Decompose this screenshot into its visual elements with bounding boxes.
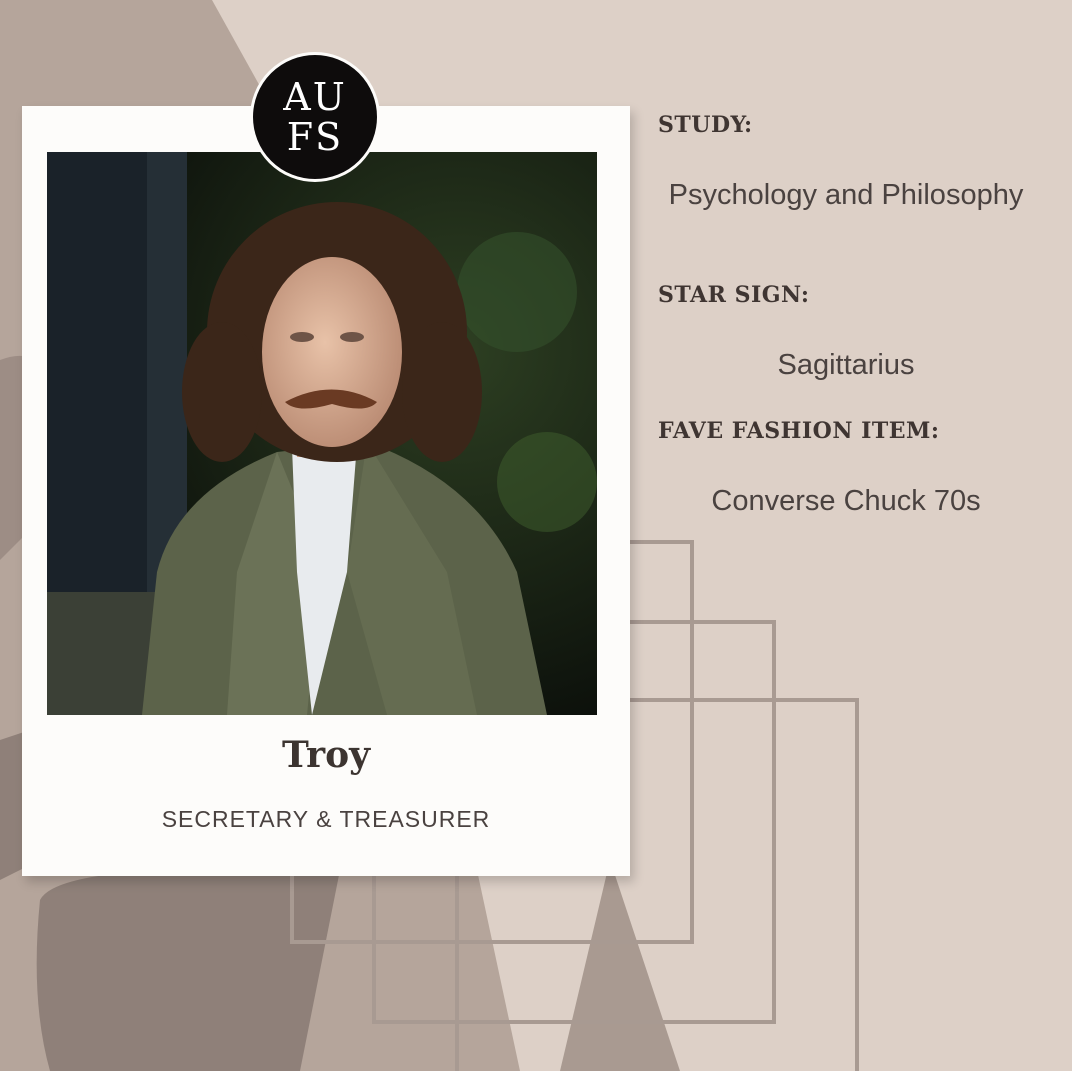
poster: Troy SECRETARY & TREASURER AUFS STUDY: P… bbox=[0, 0, 1072, 1071]
portrait-illustration bbox=[47, 152, 597, 715]
fashion-item-value: Converse Chuck 70s bbox=[711, 485, 981, 517]
star-sign-value: Sagittarius bbox=[777, 349, 915, 381]
fashion-item-label: FAVE FASHION ITEM: bbox=[658, 418, 940, 444]
bg-bottom-wedge bbox=[560, 860, 680, 1071]
aufs-logo: AUFS bbox=[250, 52, 380, 182]
member-name: Troy bbox=[281, 734, 371, 776]
star-sign-label: STAR SIGN: bbox=[658, 282, 810, 308]
study-label: STUDY: bbox=[658, 112, 753, 138]
member-role: SECRETARY & TREASURER bbox=[161, 806, 491, 832]
logo-text: AUFS bbox=[283, 75, 347, 159]
polaroid-frame: Troy SECRETARY & TREASURER bbox=[22, 106, 630, 876]
member-photo bbox=[47, 152, 597, 715]
study-value: Psychology and Philosophy bbox=[668, 179, 1024, 211]
bg-bottom-blob bbox=[36, 868, 341, 1071]
